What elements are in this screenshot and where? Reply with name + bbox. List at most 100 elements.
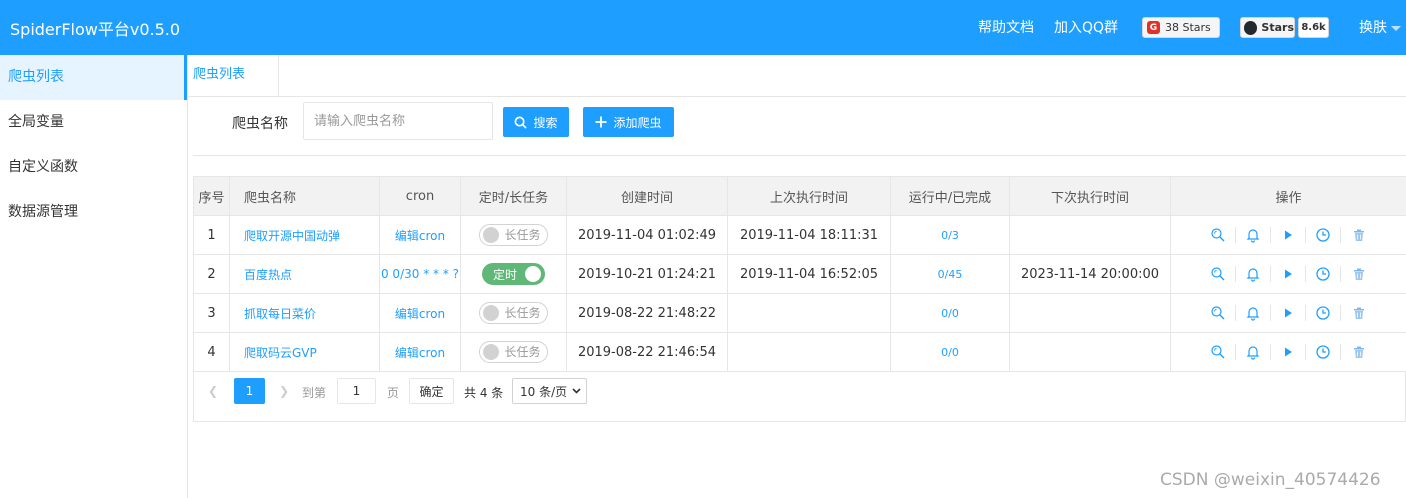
task-mode-toggle[interactable]: 长任务	[479, 301, 548, 324]
gitee-stars-badge[interactable]: G 38 Stars	[1142, 17, 1220, 38]
cell-spider-name[interactable]: 百度热点	[229, 254, 380, 294]
delete-button[interactable]	[1341, 305, 1376, 321]
github-stars-count[interactable]: 8.6k	[1298, 17, 1329, 38]
chevron-down-icon	[572, 388, 581, 394]
total-count: 共 4 条	[464, 386, 504, 400]
trash-icon	[1351, 305, 1367, 321]
github-stars-badge[interactable]: Stars	[1240, 17, 1295, 38]
cell-next-run	[1009, 215, 1171, 255]
notify-button[interactable]	[1236, 344, 1271, 360]
search-icon	[1210, 227, 1226, 243]
cell-running[interactable]: 0/0	[890, 293, 1010, 333]
cell-cron[interactable]: 编辑cron	[379, 332, 461, 372]
notify-button[interactable]	[1236, 227, 1271, 243]
delete-button[interactable]	[1341, 344, 1376, 360]
table-row: 3 抓取每日菜价 编辑cron 长任务 2019-08-22 21:48:22 0/0	[193, 293, 1406, 333]
brand-title[interactable]: SpiderFlow平台v0.5.0	[10, 16, 180, 40]
delete-button[interactable]	[1341, 227, 1376, 243]
view-button[interactable]	[1201, 344, 1236, 360]
gitee-stars-text: 38 Stars	[1165, 21, 1211, 34]
task-mode-toggle[interactable]: 长任务	[479, 223, 548, 246]
skin-menu[interactable]: 换肤	[1359, 17, 1401, 37]
pagination: ❮ 1 ❯ 到第 1 页 确定 共 4 条 10 条/页	[193, 372, 1406, 422]
cell-task-mode: 定时	[460, 254, 567, 294]
run-button[interactable]	[1271, 266, 1306, 282]
notify-button[interactable]	[1236, 266, 1271, 282]
cell-no: 4	[193, 332, 230, 372]
prev-page-icon[interactable]: ❮	[208, 384, 218, 398]
caret-down-icon	[1391, 25, 1401, 31]
cell-created: 2019-08-22 21:48:22	[566, 293, 728, 333]
sidebar-item-custom-functions[interactable]: 自定义函数	[0, 145, 187, 190]
delete-button[interactable]	[1341, 266, 1376, 282]
sidebar-item-global-vars[interactable]: 全局变量	[0, 100, 187, 145]
table-header-row: 序号 爬虫名称 cron 定时/长任务 创建时间 上次执行时间 运行中/已完成 …	[193, 176, 1406, 216]
cell-running[interactable]: 0/0	[890, 332, 1010, 372]
cell-next-run	[1009, 332, 1171, 372]
cell-spider-name[interactable]: 抓取每日菜价	[229, 293, 380, 333]
col-header-created: 创建时间	[566, 176, 728, 216]
sidebar-item-datasource[interactable]: 数据源管理	[0, 190, 187, 235]
cell-next-run: 2023-11-14 20:00:00	[1009, 254, 1171, 294]
cell-next-run	[1009, 293, 1171, 333]
sidebar-item-spider-list[interactable]: 爬虫列表	[0, 55, 187, 100]
add-spider-button[interactable]: 添加爬虫	[583, 107, 674, 137]
cell-last-run	[727, 332, 891, 372]
run-button[interactable]	[1271, 305, 1306, 321]
cell-cron[interactable]: 编辑cron	[379, 293, 461, 333]
cell-cron[interactable]: 0 0/30 * * * ?	[379, 254, 461, 294]
action-group	[1172, 305, 1406, 321]
task-mode-toggle[interactable]: 定时	[481, 263, 545, 285]
cell-created: 2019-08-22 21:46:54	[566, 332, 728, 372]
current-page[interactable]: 1	[234, 378, 265, 404]
search-button[interactable]: 搜索	[503, 107, 569, 137]
cell-running[interactable]: 0/45	[890, 254, 1010, 294]
schedule-button[interactable]	[1306, 266, 1341, 282]
run-button[interactable]	[1271, 227, 1306, 243]
schedule-button[interactable]	[1306, 305, 1341, 321]
cell-cron[interactable]: 编辑cron	[379, 215, 461, 255]
tab-bar: 爬虫列表	[188, 55, 1406, 97]
play-icon	[1280, 266, 1296, 282]
cell-running[interactable]: 0/3	[890, 215, 1010, 255]
run-button[interactable]	[1271, 344, 1306, 360]
search-icon	[1210, 305, 1226, 321]
play-icon	[1280, 344, 1296, 360]
col-header-next-run: 下次执行时间	[1009, 176, 1171, 216]
page-size-select[interactable]: 10 条/页	[512, 378, 587, 404]
table-row: 2 百度热点 0 0/30 * * * ? 定时 2019-10-21 01:24:21…	[193, 254, 1406, 294]
sidebar: 爬虫列表 全局变量 自定义函数 数据源管理	[0, 55, 188, 498]
col-header-no: 序号	[193, 176, 230, 216]
search-input[interactable]	[303, 102, 493, 140]
tab-spider-list[interactable]: 爬虫列表	[188, 55, 279, 97]
search-button-label: 搜索	[533, 115, 558, 130]
gitee-icon: G	[1147, 21, 1160, 34]
view-button[interactable]	[1201, 266, 1236, 282]
goto-confirm-button[interactable]: 确定	[409, 378, 454, 404]
bell-icon	[1245, 344, 1261, 360]
notify-button[interactable]	[1236, 305, 1271, 321]
qq-group-link[interactable]: 加入QQ群	[1054, 17, 1118, 37]
page-size-value: 10 条/页	[520, 384, 568, 399]
cell-spider-name[interactable]: 爬取码云GVP	[229, 332, 380, 372]
schedule-button[interactable]	[1306, 344, 1341, 360]
view-button[interactable]	[1201, 305, 1236, 321]
search-label: 爬虫名称	[232, 116, 288, 132]
schedule-button[interactable]	[1306, 227, 1341, 243]
github-icon	[1244, 20, 1258, 35]
action-group	[1172, 344, 1406, 360]
help-docs-link[interactable]: 帮助文档	[978, 17, 1034, 37]
next-page-icon[interactable]: ❯	[279, 384, 289, 398]
clock-icon	[1315, 344, 1331, 360]
add-button-label: 添加爬虫	[613, 115, 662, 130]
toggle-knob	[483, 226, 500, 243]
view-button[interactable]	[1201, 227, 1236, 243]
bell-icon	[1245, 227, 1261, 243]
cell-no: 2	[193, 254, 230, 294]
trash-icon	[1351, 227, 1367, 243]
cell-task-mode: 长任务	[460, 332, 567, 372]
cell-spider-name[interactable]: 爬取开源中国动弹	[229, 215, 380, 255]
task-mode-toggle[interactable]: 长任务	[479, 340, 548, 363]
page-number-input[interactable]: 1	[337, 378, 376, 404]
top-header: SpiderFlow平台v0.5.0 帮助文档 加入QQ群 G 38 Stars…	[0, 0, 1406, 55]
